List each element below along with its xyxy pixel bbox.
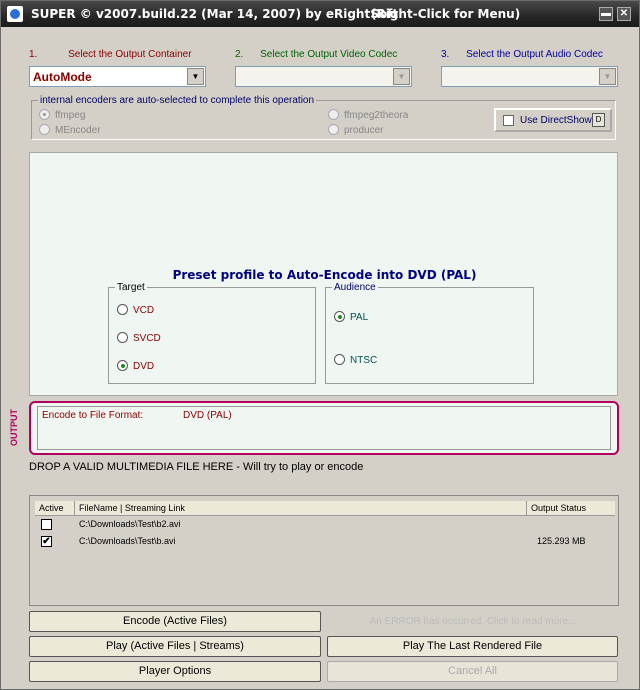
file-list-panel[interactable]: Active FileName | Streaming Link Output …: [29, 495, 619, 606]
output-container-select[interactable]: AutoMode ▼: [29, 66, 206, 87]
audience-group: Audience: [325, 282, 534, 384]
error-message-link[interactable]: An ERROR has occurred. Click to read mor…: [328, 611, 618, 632]
file-name: C:\Downloads\Test\b2.avi: [79, 519, 181, 529]
radio-icon: [117, 332, 128, 343]
drop-file-hint: DROP A VALID MULTIMEDIA FILE HERE - Will…: [29, 461, 364, 473]
play-last-rendered-button[interactable]: Play The Last Rendered File: [327, 636, 618, 657]
step-3-header: 3. Select the Output Audio Codec: [441, 49, 603, 60]
use-directshow-checkbox[interactable]: [503, 115, 514, 126]
output-format-field: Encode to File Format: DVD (PAL): [37, 406, 611, 450]
radio-icon: [117, 304, 128, 315]
chevron-down-icon[interactable]: ▼: [599, 68, 616, 85]
step-2-number: 2.: [235, 49, 244, 60]
file-name: C:\Downloads\Test\b.avi: [79, 536, 176, 546]
use-directshow-label: Use DirectShow: [520, 115, 592, 126]
audience-radio-pal[interactable]: PAL: [334, 311, 368, 323]
radio-icon: [39, 109, 50, 120]
chevron-down-icon[interactable]: ▼: [393, 68, 410, 85]
encoder-radio-producer[interactable]: producer: [328, 124, 383, 136]
step-1-header: 1. Select the Output Container: [29, 49, 192, 60]
table-row[interactable]: C:\Downloads\Test\b2.avi: [35, 518, 615, 533]
target-legend: Target: [117, 282, 145, 293]
file-list-header: Active FileName | Streaming Link Output …: [35, 501, 615, 516]
step-3-number: 3.: [441, 49, 450, 60]
audience-radio-ntsc[interactable]: NTSC: [334, 354, 377, 366]
minimize-icon[interactable]: ▬: [599, 7, 613, 21]
audio-codec-select[interactable]: ▼: [441, 66, 618, 87]
encoder-radio-ffmpeg2theora[interactable]: ffmpeg2theora: [328, 109, 408, 121]
output-vertical-label: OUTPUT: [9, 409, 19, 447]
radio-icon: [328, 109, 339, 120]
step-1-label: Select the Output Container: [68, 49, 192, 60]
output-box: Encode to File Format: DVD (PAL): [29, 401, 619, 455]
target-radio-vcd[interactable]: VCD: [117, 304, 154, 316]
right-click-hint: (Right-Click for Menu): [371, 7, 521, 21]
audience-legend: Audience: [334, 282, 376, 293]
radio-icon: [117, 360, 128, 371]
output-container-value: AutoMode: [33, 70, 92, 84]
radio-icon: [39, 124, 50, 135]
play-active-files-button[interactable]: Play (Active Files | Streams): [29, 636, 321, 657]
internal-encoders-legend: internal encoders are auto-selected to c…: [40, 95, 315, 106]
output-status: 125.293 MB: [537, 536, 586, 546]
column-active[interactable]: Active: [35, 501, 75, 516]
table-row[interactable]: ✔ C:\Downloads\Test\b.avi 125.293 MB: [35, 535, 615, 550]
encode-active-files-button[interactable]: Encode (Active Files): [29, 611, 321, 632]
title-bar[interactable]: SUPER © v2007.build.22 (Mar 14, 2007) by…: [1, 1, 639, 27]
active-checkbox[interactable]: ✔: [41, 536, 52, 547]
step-3-label: Select the Output Audio Codec: [466, 49, 603, 60]
file-list[interactable]: Active FileName | Streaming Link Output …: [35, 501, 615, 602]
close-icon[interactable]: ✕: [617, 7, 631, 21]
encoder-radio-ffmpeg[interactable]: ffmpeg: [39, 109, 85, 121]
column-filename[interactable]: FileName | Streaming Link: [75, 501, 527, 516]
super-window: SUPER © v2007.build.22 (Mar 14, 2007) by…: [0, 0, 640, 690]
preset-title: Preset profile to Auto-Encode into DVD (…: [172, 268, 477, 282]
output-format-label: Encode to File Format:: [42, 410, 144, 421]
step-1-number: 1.: [29, 49, 38, 60]
output-format-value: DVD (PAL): [183, 410, 232, 421]
target-radio-dvd[interactable]: DVD: [117, 360, 154, 372]
radio-icon: [328, 124, 339, 135]
chevron-down-icon[interactable]: ▼: [187, 68, 204, 85]
window-title: SUPER © v2007.build.22 (Mar 14, 2007) by…: [31, 7, 399, 21]
column-output-status[interactable]: Output Status: [527, 501, 615, 516]
target-radio-svcd[interactable]: SVCD: [117, 332, 161, 344]
step-2-label: Select the Output Video Codec: [260, 49, 398, 60]
super-app-icon[interactable]: [7, 6, 23, 22]
directshow-info-icon[interactable]: D: [592, 113, 605, 127]
encoder-radio-mencoder[interactable]: MEncoder: [39, 124, 101, 136]
cancel-all-button[interactable]: Cancel All: [327, 661, 618, 682]
step-2-header: 2. Select the Output Video Codec: [235, 49, 397, 60]
use-directshow-button[interactable]: Use DirectShow D: [494, 108, 612, 132]
active-checkbox[interactable]: [41, 519, 52, 530]
radio-icon: [334, 354, 345, 365]
video-codec-select[interactable]: ▼: [235, 66, 412, 87]
radio-icon: [334, 311, 345, 322]
player-options-button[interactable]: Player Options: [29, 661, 321, 682]
